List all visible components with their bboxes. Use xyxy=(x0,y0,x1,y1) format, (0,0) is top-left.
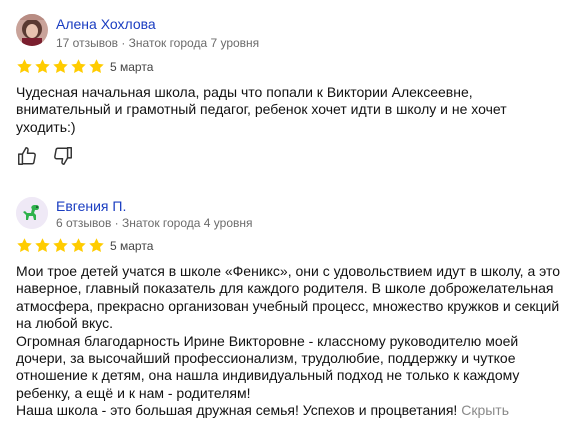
star-icon xyxy=(71,238,86,253)
author-meta: 6 отзывов · Знаток города 4 уровня xyxy=(56,216,253,230)
dinosaur-icon xyxy=(16,197,48,229)
thumbs-up-icon xyxy=(18,147,36,165)
review-paragraph: Мои трое детей учатся в школе «Феникс», … xyxy=(16,263,561,332)
review-text: Мои трое детей учатся в школе «Феникс», … xyxy=(16,263,561,420)
review-text: Чудесная начальная школа, рады что попал… xyxy=(16,84,561,136)
thumbs-down-icon xyxy=(54,147,72,165)
star-icon xyxy=(53,238,68,253)
author-name[interactable]: Евгения П. xyxy=(56,198,126,214)
review-paragraph: Наша школа - это большая дружная семья! … xyxy=(16,402,561,419)
reactions xyxy=(16,145,74,167)
author-name[interactable]: Алена Хохлова xyxy=(56,16,156,32)
star-icon xyxy=(17,238,32,253)
avatar[interactable] xyxy=(16,14,48,46)
rating-stars xyxy=(16,237,105,253)
star-icon xyxy=(71,59,86,74)
star-icon xyxy=(35,59,50,74)
star-icon xyxy=(89,238,104,253)
star-icon xyxy=(89,59,104,74)
star-icon xyxy=(17,59,32,74)
dislike-button[interactable] xyxy=(52,145,74,167)
review-date: 5 марта xyxy=(110,239,154,253)
like-button[interactable] xyxy=(16,145,38,167)
rating-stars xyxy=(16,58,105,74)
review-paragraph: Чудесная начальная школа, рады что попал… xyxy=(16,84,507,135)
review-paragraph: Огромная благодарность Ирине Викторовне … xyxy=(16,332,520,401)
star-icon xyxy=(35,238,50,253)
hide-text-link[interactable]: Скрыть xyxy=(461,402,509,418)
star-icon xyxy=(53,59,68,74)
author-meta: 17 отзывов · Знаток города 7 уровня xyxy=(56,36,260,50)
review-date: 5 марта xyxy=(110,60,154,74)
review-paragraph-text: Наша школа - это большая дружная семья! … xyxy=(16,402,458,419)
avatar[interactable] xyxy=(16,197,48,229)
